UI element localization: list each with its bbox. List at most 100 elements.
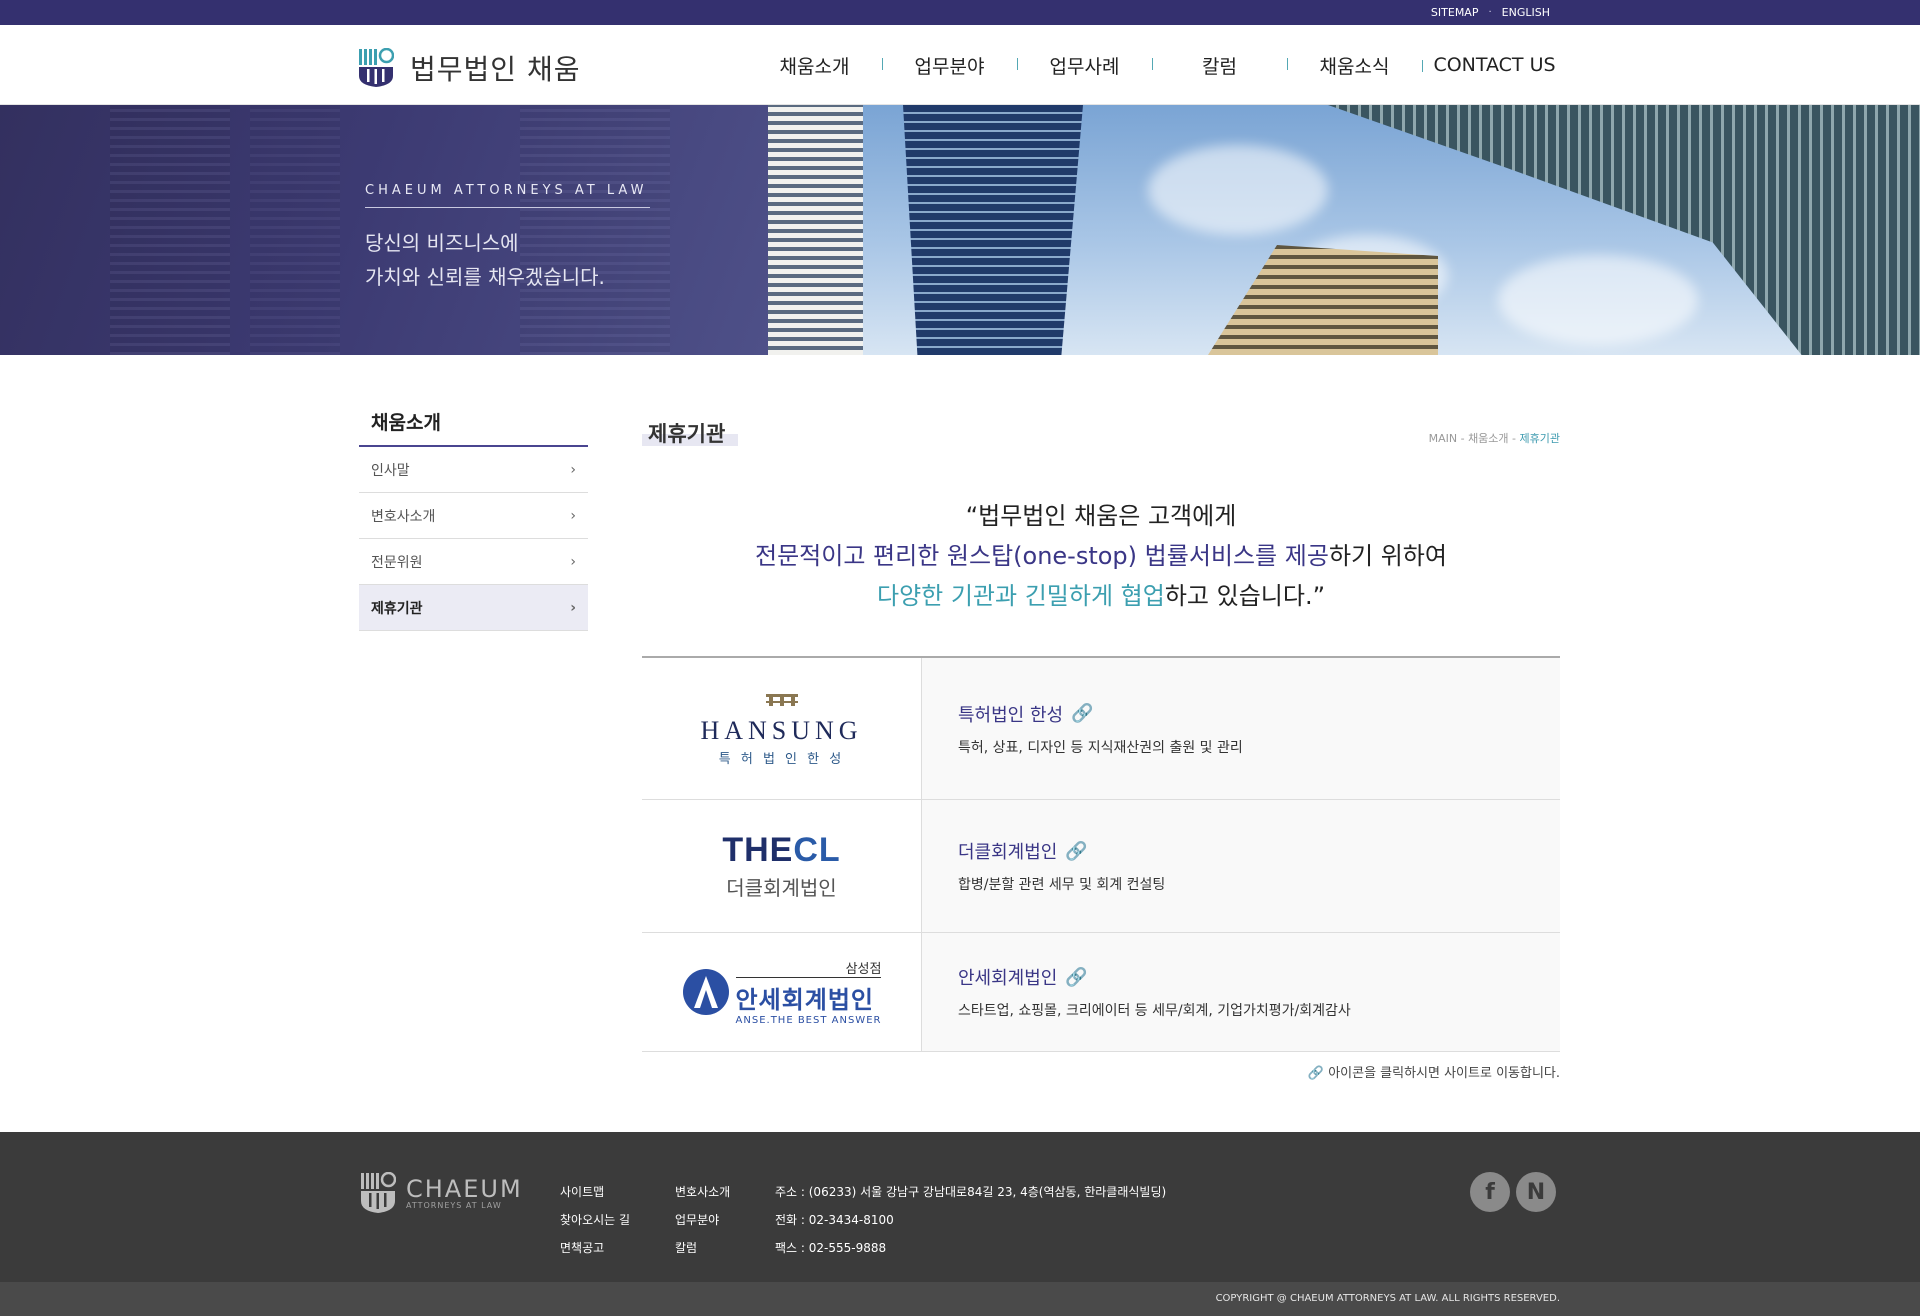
intro-quote: “법무법인 채움은 고객에게 전문적이고 편리한 원스탑(one-stop) 법… <box>642 496 1560 616</box>
footer-link-disclaimer[interactable]: 면책공고 <box>560 1234 630 1262</box>
link-note: 🔗 아이콘을 클릭하시면 사이트로 이동합니다. <box>1308 1062 1560 1081</box>
footer-contact: 주소 : (06233) 서울 강남구 강남대로84길 23, 4층(역삼동, … <box>775 1178 1166 1262</box>
main-nav: 채움소개 업무분야 업무사례 칼럼 채움소식 CONTACT US <box>747 25 1567 105</box>
partner-info: 특허법인 한성 🔗 특허, 상표, 디자인 등 지식재산권의 출원 및 관리 <box>922 658 1560 799</box>
quote-highlight: 다양한 기관과 긴밀하게 협업 <box>876 582 1165 610</box>
social-links: f N <box>1470 1172 1556 1212</box>
copyright-bar: COPYRIGHT @ CHAEUM ATTORNEYS AT LAW. ALL… <box>0 1282 1920 1316</box>
quote-line: 다양한 기관과 긴밀하게 협업하고 있습니다.” <box>642 576 1560 616</box>
site-footer: CHAEUM ATTORNEYS AT LAW 사이트맵 찾아오시는 길 면책공… <box>0 1132 1920 1282</box>
hansung-emblem-icon <box>765 693 798 706</box>
chevron-right-icon: › <box>570 553 576 570</box>
sidebar: 채움소개 인사말 › 변호사소개 › 전문위원 › 제휴기관 › <box>359 404 588 631</box>
partner-name: 더클회계법인 🔗 <box>958 838 1560 864</box>
footer-phone: 전화 : 02-3434-8100 <box>775 1213 894 1227</box>
building-shape <box>110 105 230 355</box>
sidebar-item-label: 인사말 <box>371 462 410 479</box>
nav-item-about[interactable]: 채움소개 <box>747 52 882 79</box>
separator: · <box>1488 7 1492 18</box>
footer-fax: 팩스 : 02-555-9888 <box>775 1241 887 1255</box>
nav-item-contact[interactable]: CONTACT US <box>1422 54 1567 76</box>
nav-item-cases[interactable]: 업무사례 <box>1017 52 1152 79</box>
hansung-logo-wordmark: HANSUNG 특 허 법 인 한 성 <box>700 691 862 767</box>
sidebar-item-lawyers[interactable]: 변호사소개 › <box>359 493 588 539</box>
utility-links: SITEMAP · ENGLISH <box>1431 0 1550 25</box>
nav-item-practice[interactable]: 업무분야 <box>882 52 1017 79</box>
anse-logo-wordmark: 삼성점 안세회계법인 ANSE.THE BEST ANSWER <box>682 958 882 1026</box>
building-shape <box>1208 245 1438 355</box>
partner-name: 안세회계법인 🔗 <box>958 964 1560 990</box>
link-icon[interactable]: 🔗 <box>1065 841 1087 862</box>
link-icon[interactable]: 🔗 <box>1065 967 1087 988</box>
footer-link-column[interactable]: 칼럼 <box>675 1234 730 1262</box>
partner-name-text: 더클회계법인 <box>958 842 1058 863</box>
english-link[interactable]: ENGLISH <box>1502 6 1550 19</box>
sidebar-item-partners[interactable]: 제휴기관 › <box>359 585 588 631</box>
hero-slogan: 당신의 비즈니스에 가치와 신뢰를 채우겠습니다. <box>365 226 650 294</box>
footer-link-directions[interactable]: 찾아오시는 길 <box>560 1206 630 1234</box>
sidebar-title: 채움소개 <box>359 404 588 447</box>
hansung-logo-main: HANSUNG <box>700 715 863 745</box>
footer-link-practice[interactable]: 업무분야 <box>675 1206 730 1234</box>
footer-logo-name: CHAEUM <box>406 1174 523 1203</box>
breadcrumb-main[interactable]: MAIN <box>1429 432 1458 445</box>
hero-banner: CHAEUM ATTORNEYS AT LAW 당신의 비즈니스에 가치와 신뢰… <box>0 105 1920 355</box>
link-icon: 🔗 <box>1307 1066 1325 1081</box>
building-shape <box>250 105 340 355</box>
partners-table: HANSUNG 특 허 법 인 한 성 특허법인 한성 🔗 특허, 상표, 디자… <box>642 656 1560 1052</box>
quote-highlight: 전문적이고 편리한 원스탑(one-stop) 법률서비스를 제공 <box>755 542 1329 570</box>
anse-logo-main: 안세회계법인 <box>735 986 875 1014</box>
chevron-right-icon: › <box>570 507 576 524</box>
copyright-text: COPYRIGHT @ CHAEUM ATTORNEYS AT LAW. ALL… <box>1215 1293 1560 1304</box>
breadcrumb-sep: - <box>1457 432 1469 445</box>
quote-line: “법무법인 채움은 고객에게 <box>965 502 1237 530</box>
hero-copy: CHAEUM ATTORNEYS AT LAW 당신의 비즈니스에 가치와 신뢰… <box>365 183 650 294</box>
sitemap-link[interactable]: SITEMAP <box>1431 6 1479 19</box>
thecl-logo-part: THE <box>722 831 794 869</box>
partner-desc: 합병/분할 관련 세무 및 회계 컨설팅 <box>958 877 1166 893</box>
breadcrumb-sep: - <box>1508 432 1520 445</box>
quote-text: 하기 위하여 <box>1328 542 1447 570</box>
hero-slogan-line: 당신의 비즈니스에 <box>365 231 519 255</box>
footer-logo-text: CHAEUM ATTORNEYS AT LAW <box>406 1177 523 1210</box>
nav-item-news[interactable]: 채움소식 <box>1287 52 1422 79</box>
logo-emblem-icon <box>359 48 394 87</box>
partner-name-text: 특허법인 한성 <box>958 704 1064 726</box>
logo-text: 법무법인 채움 <box>410 53 581 86</box>
nav-item-column[interactable]: 칼럼 <box>1152 52 1287 79</box>
page-title: 제휴기관 <box>648 422 726 446</box>
naver-icon[interactable]: N <box>1516 1172 1556 1212</box>
partner-row: THECL 더클회계법인 더클회계법인 🔗 합병/분할 관련 세무 및 회계 컨… <box>642 800 1560 933</box>
sidebar-item-advisors[interactable]: 전문위원 › <box>359 539 588 585</box>
breadcrumb-section[interactable]: 채움소개 <box>1468 432 1508 445</box>
anse-logo-branch: 삼성점 <box>735 958 882 978</box>
partner-desc: 특허, 상표, 디자인 등 지식재산권의 출원 및 관리 <box>958 739 1243 756</box>
footer-address: 주소 : (06233) 서울 강남구 강남대로84길 23, 4층(역삼동, … <box>775 1185 1167 1199</box>
building-shape <box>768 105 863 355</box>
breadcrumb: MAIN - 채움소개 - 제휴기관 <box>1429 430 1560 446</box>
anse-logo-text: 삼성점 안세회계법인 ANSE.THE BEST ANSWER <box>735 958 882 1026</box>
sidebar-item-greeting[interactable]: 인사말 › <box>359 447 588 493</box>
site-logo[interactable]: 법무법인 채움 <box>358 48 580 88</box>
anse-logo-sub: ANSE.THE BEST ANSWER <box>735 1015 882 1026</box>
footer-link-sitemap[interactable]: 사이트맵 <box>560 1178 630 1206</box>
footer-link-lawyers[interactable]: 변호사소개 <box>675 1178 730 1206</box>
partner-info: 더클회계법인 🔗 합병/분할 관련 세무 및 회계 컨설팅 <box>922 800 1560 932</box>
building-shape <box>903 105 1083 355</box>
thecl-logo-part: CL <box>793 831 841 869</box>
link-icon[interactable]: 🔗 <box>1071 703 1093 724</box>
thecl-logo: THECL 더클회계법인 <box>642 800 922 932</box>
cloud-shape <box>1148 145 1328 235</box>
footer-logo: CHAEUM ATTORNEYS AT LAW <box>360 1172 523 1214</box>
footer-links-1: 사이트맵 찾아오시는 길 면책공고 <box>560 1178 630 1262</box>
site-header: 법무법인 채움 채움소개 업무분야 업무사례 칼럼 채움소식 CONTACT U… <box>0 25 1920 105</box>
facebook-icon[interactable]: f <box>1470 1172 1510 1212</box>
sidebar-item-label: 변호사소개 <box>371 508 436 525</box>
anse-emblem-icon <box>682 969 729 1015</box>
hansung-logo-sub: 특 허 법 인 한 성 <box>718 751 845 767</box>
partner-info: 안세회계법인 🔗 스타트업, 쇼핑몰, 크리에이터 등 세무/회계, 기업가치평… <box>922 933 1560 1051</box>
quote-line: 전문적이고 편리한 원스탑(one-stop) 법률서비스를 제공하기 위하여 <box>642 536 1560 576</box>
sidebar-item-label: 제휴기관 <box>371 600 423 617</box>
partner-row: 삼성점 안세회계법인 ANSE.THE BEST ANSWER 안세회계법인 🔗… <box>642 933 1560 1052</box>
breadcrumb-current: 제휴기관 <box>1519 432 1560 445</box>
